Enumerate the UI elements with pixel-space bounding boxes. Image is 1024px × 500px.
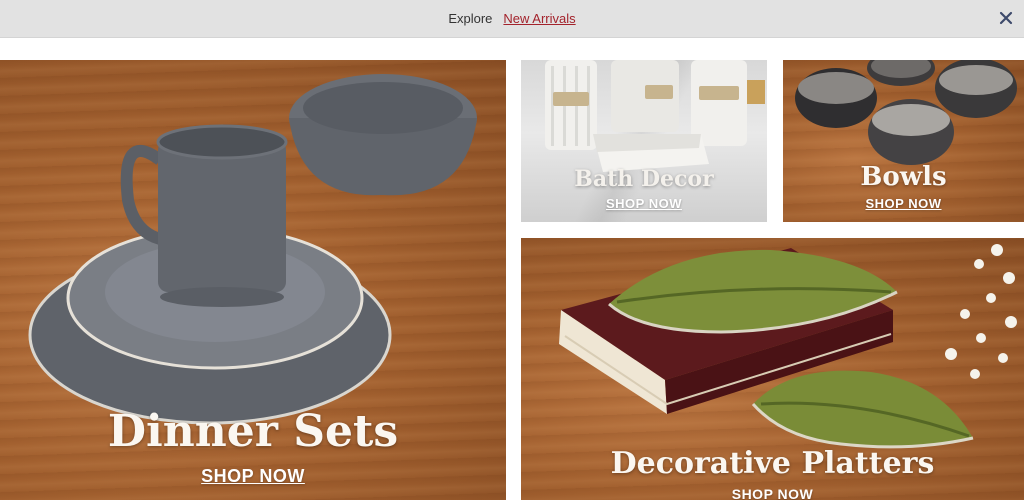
bowls-title: Bowls xyxy=(860,162,947,192)
bath-decor-shop-now-link[interactable]: SHOP NOW xyxy=(521,196,767,211)
close-icon[interactable] xyxy=(997,9,1015,27)
dinner-sets-title: Dinner Sets xyxy=(107,406,399,457)
bowls-tile[interactable]: Bowls SHOP NOW xyxy=(783,60,1024,222)
decorative-platters-title: Decorative Platters xyxy=(610,446,935,481)
bath-decor-tile[interactable]: Bath Decor SHOP NOW xyxy=(521,60,767,222)
bath-decor-title: Bath Decor xyxy=(574,166,714,192)
new-arrivals-link[interactable]: New Arrivals xyxy=(503,11,575,26)
decorative-platters-tile[interactable]: Decorative Platters SHOP NOW xyxy=(521,238,1024,500)
decorative-platters-shop-now-link[interactable]: SHOP NOW xyxy=(521,486,1024,500)
bowls-shop-now-link[interactable]: SHOP NOW xyxy=(783,196,1024,211)
explore-label: Explore xyxy=(448,11,493,26)
announcement-bar: Explore New Arrivals xyxy=(0,0,1024,38)
dinner-sets-tile[interactable]: Dinner Sets SHOP NOW xyxy=(0,60,506,500)
dinner-sets-shop-now-link[interactable]: SHOP NOW xyxy=(0,466,506,487)
